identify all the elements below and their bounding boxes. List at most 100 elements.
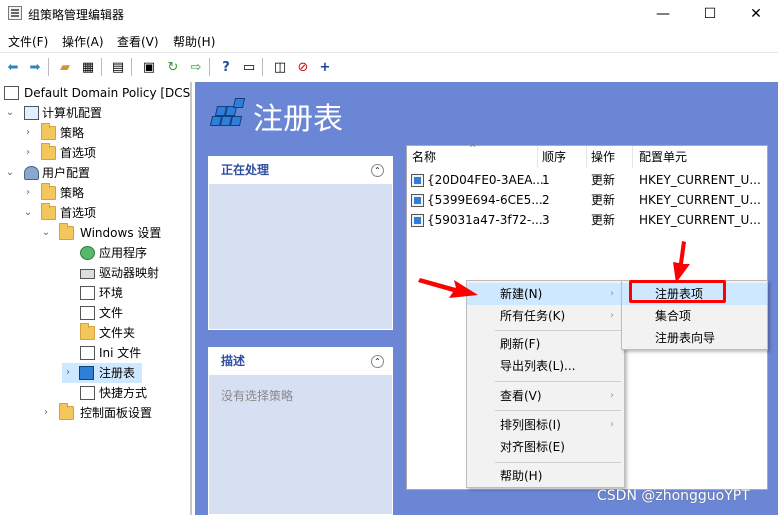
registry-item-icon	[411, 174, 424, 187]
tree-policy[interactable]: › 策略	[22, 183, 190, 203]
toolbar-separator	[101, 58, 102, 76]
export-icon[interactable]: ⇨	[187, 58, 205, 76]
maximize-button[interactable]: ☐	[687, 0, 733, 28]
chevron-right-icon[interactable]: ›	[22, 183, 34, 203]
registry-item-icon	[411, 194, 424, 207]
tree-label: 快捷方式	[99, 386, 148, 400]
menu-bar: 文件(F) 操作(A) 查看(V) 帮助(H)	[0, 30, 778, 52]
file-icon	[80, 306, 95, 320]
table-row[interactable]: {5399E694-6CE5... 2 更新 HKEY_CURRENT_U...	[407, 190, 769, 210]
column-order[interactable]: 顺序	[538, 146, 587, 168]
tree-label: 首选项	[60, 206, 97, 220]
forward-icon[interactable]: ➡	[26, 58, 44, 76]
processing-title: 正在处理	[209, 157, 392, 184]
menu-action[interactable]: 操作(A)	[62, 33, 104, 50]
control-panel-folder-icon	[59, 403, 74, 420]
title-bar: 组策略管理编辑器 — ☐ ✕	[0, 0, 778, 28]
folder-icon	[59, 223, 74, 240]
folder-icon	[41, 183, 56, 200]
collapse-up-icon[interactable]: ⌃	[371, 355, 384, 368]
row-hive: HKEY_CURRENT_U...	[639, 173, 761, 187]
chevron-right-icon[interactable]: ›	[22, 143, 34, 163]
toolbar-separator	[262, 58, 263, 76]
menu-separator	[495, 330, 621, 331]
menu-file[interactable]: 文件(F)	[8, 33, 48, 50]
column-label: 操作	[591, 150, 616, 164]
drive-icon	[80, 269, 95, 279]
tree-label: Ini 文件	[99, 346, 142, 360]
toolbar-separator	[209, 58, 210, 76]
tree-computer-config[interactable]: ⌄ 计算机配置	[4, 103, 190, 123]
back-icon[interactable]: ⬅	[4, 58, 22, 76]
tree-windows-settings[interactable]: ⌄ Windows 设置	[40, 223, 190, 243]
column-name[interactable]: 名称 ^	[407, 144, 538, 168]
filter-icon[interactable]: ◫	[271, 58, 289, 76]
up-folder-icon[interactable]: ▰	[56, 58, 74, 76]
menu-separator	[495, 381, 621, 382]
view-icon[interactable]: ▭	[240, 58, 258, 76]
column-hive[interactable]: 配置单元	[633, 146, 769, 168]
menu-export-list[interactable]: 导出列表(L)...	[467, 355, 624, 377]
description-body: 没有选择策略	[221, 389, 294, 403]
show-tree-icon[interactable]: ▦	[79, 58, 97, 76]
tree-root-label: Default Domain Policy [DCSE	[24, 86, 192, 100]
tree-preferences[interactable]: › 首选项	[22, 143, 190, 163]
print-icon[interactable]: ▣	[140, 58, 158, 76]
chevron-right-icon: ›	[610, 310, 614, 321]
folder-icon	[41, 203, 56, 220]
menu-registry-wizard[interactable]: 注册表向导	[622, 327, 767, 349]
tree-label: 文件	[99, 306, 124, 320]
menu-help[interactable]: 帮助(H)	[467, 465, 624, 487]
column-action[interactable]: 操作	[587, 146, 633, 168]
properties-icon[interactable]: ▤	[109, 58, 127, 76]
console-tree: Default Domain Policy [DCSE ⌄ 计算机配置 › 策略…	[0, 82, 192, 515]
chevron-right-icon[interactable]: ›	[22, 123, 34, 143]
registry-item-icon	[411, 214, 424, 227]
refresh-icon[interactable]: ↻	[164, 58, 182, 76]
menu-help[interactable]: 帮助(H)	[173, 33, 215, 50]
menu-collection-item[interactable]: 集合项	[622, 305, 767, 327]
menu-view[interactable]: 查看(V) ›	[467, 385, 624, 407]
user-icon	[24, 166, 39, 180]
add-icon[interactable]: +	[316, 58, 334, 76]
chevron-right-icon: ›	[610, 288, 614, 299]
chevron-down-icon[interactable]: ⌄	[4, 103, 16, 123]
tree-policy[interactable]: › 策略	[22, 123, 190, 143]
row-name: {20D04FE0-3AEA...	[427, 173, 544, 187]
tree-label: 注册表	[99, 366, 136, 380]
table-row[interactable]: {20D04FE0-3AEA... 1 更新 HKEY_CURRENT_U...	[407, 170, 769, 190]
chevron-down-icon[interactable]: ⌄	[4, 163, 16, 183]
tree-user-config[interactable]: ⌄ 用户配置	[4, 163, 190, 183]
tree-label: 应用程序	[99, 246, 148, 260]
toolbar-separator	[131, 58, 132, 76]
chevron-right-icon[interactable]: ›	[40, 403, 52, 423]
menu-all-tasks[interactable]: 所有任务(K) ›	[467, 305, 624, 327]
tree-label: 策略	[60, 186, 85, 200]
registry-icon	[79, 366, 94, 380]
collapse-up-icon[interactable]: ⌃	[371, 164, 384, 177]
description-title: 描述	[209, 348, 392, 375]
menu-view[interactable]: 查看(V)	[117, 33, 159, 50]
close-button[interactable]: ✕	[733, 0, 778, 28]
row-hive: HKEY_CURRENT_U...	[639, 193, 761, 207]
menu-refresh[interactable]: 刷新(F)	[467, 333, 624, 355]
environment-icon	[80, 286, 95, 300]
folder-icon	[41, 123, 56, 140]
context-menu: 新建(N) › 所有任务(K) › 刷新(F) 导出列表(L)... 查看(V)…	[466, 280, 625, 488]
shortcut-icon	[80, 386, 95, 400]
menu-label: 集合项	[655, 309, 692, 323]
chevron-right-icon[interactable]: ›	[62, 363, 74, 383]
chevron-down-icon[interactable]: ⌄	[40, 223, 52, 243]
stop-icon[interactable]: ⊘	[294, 58, 312, 76]
help-icon[interactable]: ?	[217, 58, 235, 76]
minimize-button[interactable]: —	[640, 0, 686, 28]
menu-arrange-icons[interactable]: 排列图标(I) ›	[467, 414, 624, 436]
tree-preferences[interactable]: ⌄ 首选项	[22, 203, 190, 223]
table-row[interactable]: {59031a47-3f72-... 3 更新 HKEY_CURRENT_U..…	[407, 210, 769, 230]
menu-align-icons[interactable]: 对齐图标(E)	[467, 436, 624, 458]
menu-new[interactable]: 新建(N) ›	[467, 283, 624, 305]
chevron-down-icon[interactable]: ⌄	[22, 203, 34, 223]
tree-registry[interactable]: › 注册表	[62, 363, 142, 383]
row-name: {59031a47-3f72-...	[427, 213, 543, 227]
row-order: 3	[542, 213, 550, 227]
